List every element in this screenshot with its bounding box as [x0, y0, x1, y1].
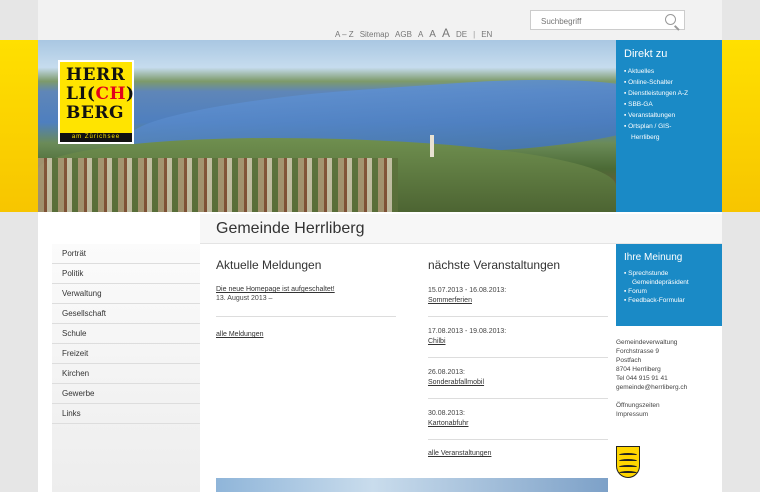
all-news-link[interactable]: alle Meldungen — [216, 331, 396, 338]
event-item: 30.08.2013: Kartonabfuhr — [428, 409, 608, 429]
meinung-link-sprechstunde-cont[interactable]: Gemeindepräsident — [624, 278, 714, 287]
nav-item-kirchen[interactable]: Kirchen — [52, 364, 200, 384]
contact-line: 8704 Herrliberg — [616, 366, 661, 373]
bottom-teaser-image — [216, 478, 608, 492]
direkt-link-veranstaltungen[interactable]: Veranstaltungen — [624, 110, 714, 121]
lang-en[interactable]: EN — [481, 30, 492, 39]
event-item: 17.08.2013 - 19.08.2013: Chilbi — [428, 327, 608, 347]
news-section: Aktuelle Meldungen Die neue Homepage ist… — [216, 258, 396, 338]
herrliberg-logo[interactable]: HERR LI(CH) BERG am Zürichsee — [58, 60, 134, 144]
sitemap-link[interactable]: Sitemap — [360, 30, 389, 39]
utility-links: A – Z Sitemap AGB AAA DE | EN — [335, 26, 492, 40]
all-events-link[interactable]: alle Veranstaltungen — [428, 450, 608, 457]
meinung-link-feedback[interactable]: Feedback-Formular — [624, 296, 714, 305]
impressum-link[interactable]: Impressum — [616, 410, 722, 419]
hero-church-tower — [430, 135, 434, 157]
search-icon[interactable] — [665, 14, 676, 25]
event-link[interactable]: Chilbi — [428, 337, 608, 347]
nav-item-politik[interactable]: Politik — [52, 264, 200, 284]
event-date: 15.07.2013 - 16.08.2013: — [428, 287, 507, 294]
contact-line: Forchstrasse 9 — [616, 348, 659, 355]
news-item-date: 13. August 2013 – — [216, 295, 273, 302]
lang-separator: | — [473, 30, 476, 39]
lang-de[interactable]: DE — [456, 30, 467, 39]
event-link[interactable]: Sonderabfallmobil — [428, 378, 608, 388]
contact-gap — [616, 392, 722, 401]
logo-line-2a: LI( — [66, 84, 96, 104]
logo-ch: CH — [95, 84, 127, 104]
coat-of-arms-icon — [616, 446, 640, 478]
opening-hours-link[interactable]: Öffnungszeiten — [616, 401, 722, 410]
events-title: nächste Veranstaltungen — [428, 258, 561, 272]
direkt-link-online-schalter[interactable]: Online-Schalter — [624, 77, 714, 88]
nav-item-gewerbe[interactable]: Gewerbe — [52, 384, 200, 404]
crest-wave — [619, 465, 637, 469]
news-item-link[interactable]: Die neue Homepage ist aufgeschaltet! — [216, 286, 396, 293]
font-size-small[interactable]: A — [418, 30, 423, 39]
logo-line-2: LI(CH) — [66, 84, 134, 104]
contact-info: Gemeindeverwaltung Forchstrasse 9 Postfa… — [616, 338, 722, 419]
nav-item-portraet[interactable]: Porträt — [52, 244, 200, 264]
font-size-medium[interactable]: A — [429, 29, 436, 40]
nav-item-gesellschaft[interactable]: Gesellschaft — [52, 304, 200, 324]
direkt-link-aktuelles[interactable]: Aktuelles — [624, 66, 714, 77]
hero-town — [38, 158, 398, 212]
search-box — [530, 10, 685, 31]
font-size-large[interactable]: A — [442, 26, 450, 40]
az-link[interactable]: A – Z — [335, 30, 354, 39]
news-divider — [216, 316, 396, 317]
nav-item-verwaltung[interactable]: Verwaltung — [52, 284, 200, 304]
direkt-zu-title: Direkt zu — [624, 48, 668, 60]
contact-email[interactable]: gemeinde@herrliberg.ch — [616, 383, 722, 392]
direkt-zu-box: Direkt zu Aktuelles Online-Schalter Dien… — [616, 40, 722, 212]
left-navigation: Porträt Politik Verwaltung Gesellschaft … — [52, 244, 200, 492]
title-band: Gemeinde Herrliberg — [200, 214, 722, 244]
hero-image: HERR LI(CH) BERG am Zürichsee — [38, 40, 616, 212]
ihre-meinung-box: Ihre Meinung Sprechstunde Gemeindepräsid… — [616, 244, 722, 326]
meinung-link-sprechstunde[interactable]: Sprechstunde — [624, 269, 714, 278]
crest-wave — [619, 459, 637, 463]
page-title: Gemeinde Herrliberg — [216, 220, 365, 237]
event-date: 26.08.2013: — [428, 369, 465, 376]
logo-line-3: BERG — [66, 103, 124, 123]
event-date: 30.08.2013: — [428, 410, 465, 417]
event-item: 15.07.2013 - 16.08.2013: Sommerferien — [428, 286, 608, 306]
logo-line-1: HERR — [66, 65, 126, 85]
direkt-link-sbb-ga[interactable]: SBB-GA — [624, 99, 714, 110]
nav-item-links[interactable]: Links — [52, 404, 200, 424]
event-link[interactable]: Kartonabfuhr — [428, 419, 608, 429]
agb-link[interactable]: AGB — [395, 30, 412, 39]
event-divider — [428, 357, 608, 358]
contact-line: Gemeindeverwaltung — [616, 339, 678, 346]
right-yellow-band — [722, 40, 760, 212]
left-yellow-band — [0, 40, 38, 212]
crest-wave — [619, 471, 637, 475]
event-divider — [428, 398, 608, 399]
event-link[interactable]: Sommerferien — [428, 296, 608, 306]
event-item: 26.08.2013: Sonderabfallmobil — [428, 368, 608, 388]
direkt-link-dienstleistungen[interactable]: Dienstleistungen A-Z — [624, 88, 714, 99]
ihre-meinung-title: Ihre Meinung — [624, 252, 683, 263]
contact-line: Postfach — [616, 357, 642, 364]
crest-wave — [619, 453, 637, 457]
logo-subtitle: am Zürichsee — [60, 133, 132, 142]
logo-line-2b: ) — [126, 84, 135, 104]
nav-item-schule[interactable]: Schule — [52, 324, 200, 344]
event-divider — [428, 439, 608, 440]
direkt-link-ortsplan-cont[interactable]: Herrliberg — [624, 132, 714, 143]
event-divider — [428, 316, 608, 317]
event-date: 17.08.2013 - 19.08.2013: — [428, 328, 507, 335]
contact-phone: Tel 044 915 91 41 — [616, 375, 668, 382]
direkt-link-ortsplan[interactable]: Ortsplan / GIS- — [624, 121, 714, 132]
meinung-link-forum[interactable]: Forum — [624, 287, 714, 296]
events-section: nächste Veranstaltungen 15.07.2013 - 16.… — [428, 258, 608, 457]
news-title: Aktuelle Meldungen — [216, 258, 322, 272]
nav-item-freizeit[interactable]: Freizeit — [52, 344, 200, 364]
search-input[interactable] — [531, 12, 656, 31]
nav-header-spacer — [52, 214, 200, 244]
